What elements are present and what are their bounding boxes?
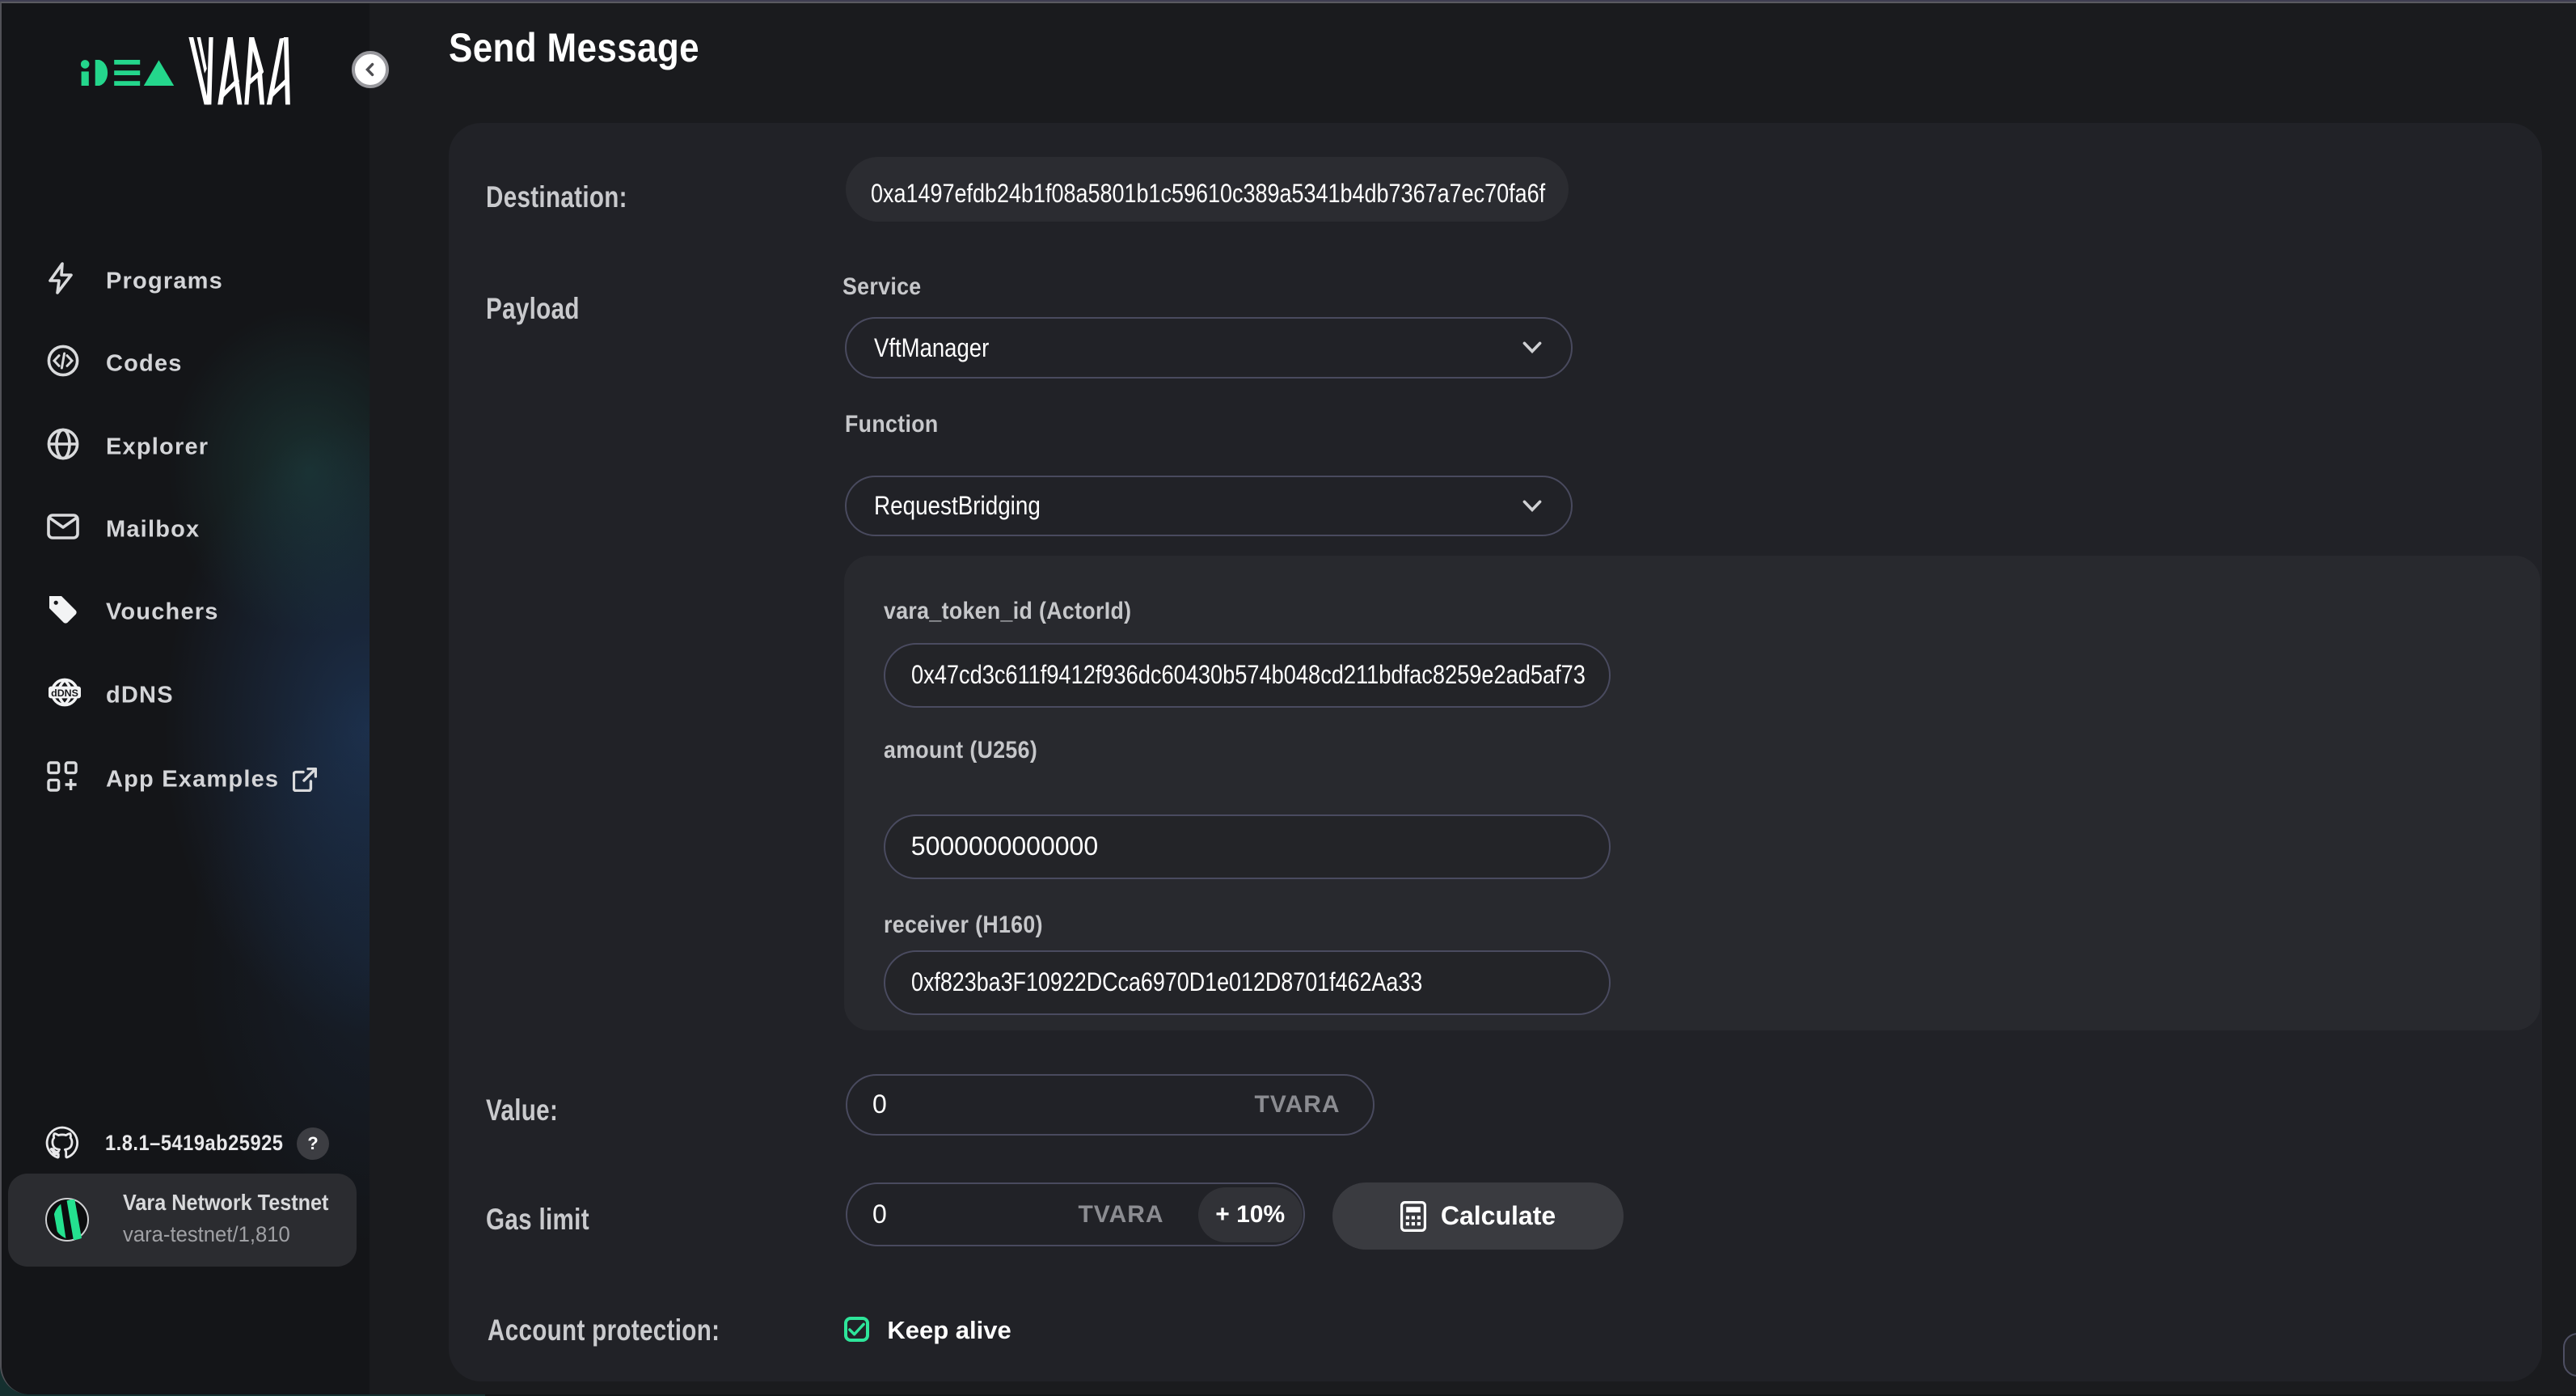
svg-text:dDNS: dDNS <box>51 687 78 699</box>
